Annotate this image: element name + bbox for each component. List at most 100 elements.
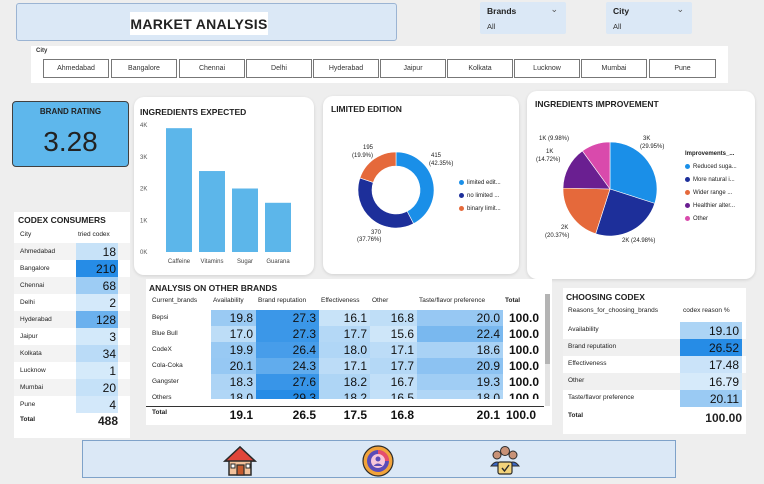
donut-slice[interactable] xyxy=(357,177,414,229)
city-button-delhi[interactable]: Delhi xyxy=(246,59,312,78)
legend-label: Healthier alter... xyxy=(693,202,736,209)
total-value: 488 xyxy=(97,414,118,428)
city-button-pune[interactable]: Pune xyxy=(649,59,716,78)
city-cell: Lucknow xyxy=(20,367,46,374)
city-button-chennai[interactable]: Chennai xyxy=(179,59,245,78)
city-slicer-label: City xyxy=(36,48,48,54)
chevron-down-icon: ⌄ xyxy=(550,4,558,14)
slice-label-wider-value: 2K xyxy=(561,225,569,231)
value-cell: 17.1 xyxy=(370,342,417,358)
value-cell: 16.5 xyxy=(370,390,417,399)
value-text: 24.3 xyxy=(292,359,316,373)
value-text: 18.2 xyxy=(343,375,367,389)
value-cell: 15.6 xyxy=(370,326,417,342)
value-text: 16.5 xyxy=(390,391,414,399)
column-header: Availability xyxy=(213,297,244,304)
row-total: 100.0 xyxy=(508,327,539,341)
column-header-reason: Reasons_for_choosing_brands xyxy=(568,307,658,314)
value-cell: 24.3 xyxy=(256,358,319,374)
x-tick-label: Guarana xyxy=(266,259,290,265)
choosing-codex-table: CHOOSING CODEX Reasons_for_choosing_bran… xyxy=(563,288,746,434)
table-row: Effectiveness 17.48 xyxy=(563,356,746,373)
column-header: Total xyxy=(505,297,521,304)
legend-item: Reduced suga... xyxy=(685,160,737,173)
value-text: 27.3 xyxy=(292,327,316,341)
city-button-kolkata[interactable]: Kolkata xyxy=(447,59,513,78)
value-cell: 20.9 xyxy=(417,358,503,374)
value-cell: 20.11 xyxy=(680,390,742,407)
brands-dropdown-label: Brands xyxy=(487,6,517,16)
value-cell: 17.0 xyxy=(211,326,256,342)
city-cell: Kolkata xyxy=(20,350,42,357)
column-total: 19.1 xyxy=(229,408,253,422)
value-text: 17.1 xyxy=(343,359,367,373)
bar[interactable] xyxy=(232,188,258,253)
total-row: Total 19.1 26.5 17.5 16.8 20.1 100.0 xyxy=(146,406,544,423)
table-row: Ahmedabad 18 xyxy=(14,243,130,260)
value-text: 16.79 xyxy=(708,375,739,389)
table-row: Pune 4 xyxy=(14,396,130,413)
legend-dot xyxy=(685,164,690,169)
city-dropdown[interactable]: City All ⌄ xyxy=(606,2,692,34)
ingredients-improvement-legend: Improvements_... Reduced suga... More na… xyxy=(685,151,737,225)
slice-label-binary-value: 195 xyxy=(363,145,374,151)
column-header: Current_brands xyxy=(152,297,198,304)
value-text: 3 xyxy=(109,330,116,344)
bar[interactable] xyxy=(265,202,291,252)
column-header: Effectiveness xyxy=(321,297,360,304)
table-row: CodeX 19.9 26.4 18.0 17.1 18.6 100.0 xyxy=(146,342,544,358)
team-icon[interactable] xyxy=(488,444,522,478)
city-button-jaipur[interactable]: Jaipur xyxy=(380,59,446,78)
vertical-scrollbar[interactable] xyxy=(545,294,550,406)
slice-label-wider-pct: (20.37%) xyxy=(545,233,570,239)
city-cell: Pune xyxy=(20,401,36,408)
row-total: 100.0 xyxy=(508,311,539,325)
column-total: 26.5 xyxy=(292,408,316,422)
value-cell: 16.7 xyxy=(370,374,417,390)
legend-dot xyxy=(685,190,690,195)
legend-label: Reduced suga... xyxy=(693,163,737,170)
slice-label-reduced-pct: (29.95%) xyxy=(640,144,665,150)
legend-dot xyxy=(685,177,690,182)
table-row: Jaipur 3 xyxy=(14,328,130,345)
slice-label-natural: 2K (24.98%) xyxy=(622,238,656,244)
table-row: Hyderabad 128 xyxy=(14,311,130,328)
brand-cell: Blue Bull xyxy=(152,330,178,337)
value-text: 27.6 xyxy=(292,375,316,389)
value-cell: 18.2 xyxy=(319,374,370,390)
brand-rating-label: BRAND RATING xyxy=(39,107,102,116)
value-text: 128 xyxy=(95,313,116,327)
value-text: 16.8 xyxy=(390,311,414,325)
city-button-mumbai[interactable]: Mumbai xyxy=(581,59,647,78)
city-button-ahmedabad[interactable]: Ahmedabad xyxy=(43,59,109,78)
value-text: 18.0 xyxy=(476,391,500,399)
legend-label: More natural i... xyxy=(693,176,735,183)
legend-dot xyxy=(685,216,690,221)
value-cell: 68 xyxy=(76,277,118,294)
city-button-bangalore[interactable]: Bangalore xyxy=(111,59,177,78)
value-text: 20.11 xyxy=(709,392,739,406)
value-cell: 19.9 xyxy=(211,342,256,358)
analytics-icon[interactable] xyxy=(361,444,395,478)
legend-dot xyxy=(459,180,464,185)
reason-cell: Taste/flavor preference xyxy=(568,394,635,401)
value-cell: 1 xyxy=(76,362,118,379)
scrollbar-thumb[interactable] xyxy=(545,294,550,364)
value-cell: 26.4 xyxy=(256,342,319,358)
bar[interactable] xyxy=(199,171,225,252)
brands-dropdown[interactable]: Brands All ⌄ xyxy=(480,2,566,34)
column-header: Brand reputation xyxy=(258,297,307,304)
home-icon[interactable] xyxy=(223,444,257,478)
brand-cell: Bepsi xyxy=(152,314,169,321)
value-cell: 128 xyxy=(76,311,118,328)
city-button-lucknow[interactable]: Lucknow xyxy=(514,59,580,78)
city-button-hyderabad[interactable]: Hyderabad xyxy=(313,59,379,78)
bar[interactable] xyxy=(166,128,192,252)
legend-item: limited edit... xyxy=(459,176,501,189)
brand-cell: CodeX xyxy=(152,346,172,353)
slice-label-limited-pct: (42.35%) xyxy=(429,161,454,167)
value-cell: 20.1 xyxy=(211,358,256,374)
legend-label: Other xyxy=(693,215,709,222)
row-total: 100.0 xyxy=(508,391,539,399)
value-cell: 27.3 xyxy=(256,310,319,326)
